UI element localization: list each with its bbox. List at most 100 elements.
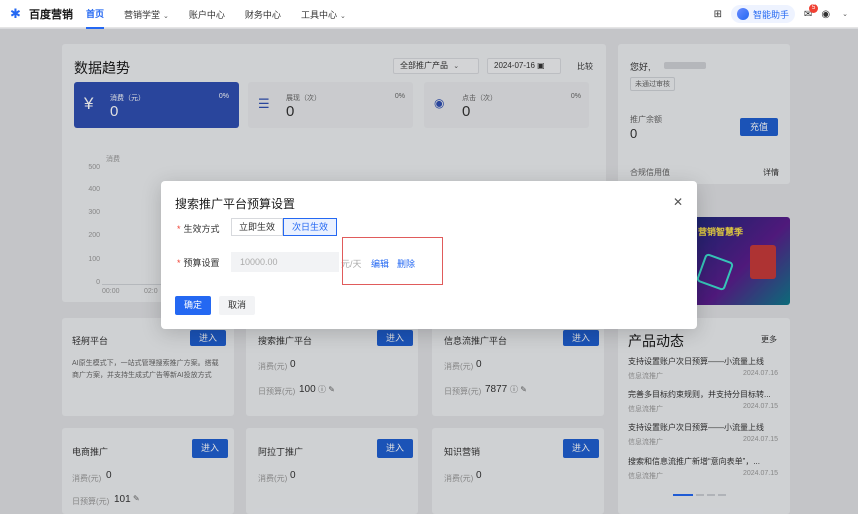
- enter-button[interactable]: 进入: [192, 439, 228, 458]
- spend-label: 消费(元): [258, 474, 288, 483]
- news-item-tag: 信息流推广: [628, 373, 663, 380]
- required-mark: *: [177, 224, 181, 234]
- budget-value: 100: [299, 384, 316, 395]
- cancel-button[interactable]: 取消: [219, 296, 255, 315]
- notification-badge: 5: [809, 3, 819, 13]
- promo-banner[interactable]: 营销智慧季: [690, 217, 790, 305]
- info-icon[interactable]: ⓘ ✎: [318, 384, 335, 395]
- budget-value: 7877: [485, 384, 508, 395]
- y-tick: 500: [88, 164, 100, 171]
- news-item-date: 2024.07.15: [742, 403, 778, 410]
- enter-button[interactable]: 进入: [377, 330, 413, 346]
- news-item[interactable]: 搜索和信息流推广新增“意向表单”，... 信息流推广 2024.07.15: [628, 456, 778, 481]
- news-title: 产品动态: [628, 333, 684, 349]
- budget-label: 日预算(元): [258, 387, 296, 396]
- nav-item-finance[interactable]: 财务中心: [245, 8, 281, 21]
- y-tick: 0: [96, 279, 100, 286]
- budget-setting-label: * 预算设置: [177, 258, 220, 268]
- product-name: 搜索推广平台: [258, 336, 313, 346]
- nav-item-account[interactable]: 账户中心: [189, 8, 225, 21]
- compare-button[interactable]: 比较: [577, 61, 593, 72]
- nav-item-home[interactable]: 首页: [86, 0, 105, 29]
- confirm-button[interactable]: 确定: [175, 296, 211, 315]
- y-tick: 200: [88, 232, 100, 239]
- info-icon[interactable]: ⓘ ✎: [510, 384, 527, 395]
- chevron-down-icon[interactable]: ⌄: [842, 10, 848, 18]
- product-name: 信息流推广平台: [444, 336, 508, 346]
- product-name: 电商推广: [72, 447, 109, 457]
- edit-budget-link[interactable]: 编辑: [371, 257, 389, 270]
- budget-input[interactable]: 10000.00: [231, 252, 339, 272]
- carousel-dot[interactable]: [707, 494, 715, 496]
- enter-button[interactable]: 进入: [563, 439, 599, 458]
- news-item-tag: 信息流推广: [628, 473, 663, 480]
- top-navbar: ✱ 百度营销 首页 营销学堂 ⌄ 账户中心 财务中心 工具中心 ⌄ ⊞ 智能助手 ✉…: [0, 0, 858, 29]
- stat-card-impressions[interactable]: ☰ 展现（次） 0% 0: [248, 82, 413, 128]
- effect-option-immediate[interactable]: 立即生效: [231, 218, 283, 236]
- close-icon[interactable]: ✕: [673, 195, 683, 209]
- y-tick: 400: [88, 186, 100, 193]
- news-item-date: 2024.07.16: [742, 370, 778, 377]
- carousel-dots[interactable]: [673, 494, 726, 496]
- budget-settings-dialog: 搜索推广平台预算设置 ✕ * 生效方式 立即生效 次日生效 * 预算设置 10000…: [161, 181, 697, 329]
- credit-detail-link[interactable]: 详情: [763, 167, 779, 178]
- news-item[interactable]: 完善多目标约束规则，并支持分目标转... 信息流推广 2024.07.15: [628, 389, 778, 414]
- product-card-qingge: 轻舸平台 进入 AI原生模式下，一站式管理搜索推广方案。搭载商广方案，并支持生成…: [62, 318, 234, 416]
- greeting: 您好,: [630, 62, 651, 72]
- stat-card-clicks[interactable]: ◉ 点击（次） 0% 0: [424, 82, 589, 128]
- budget-value: 101: [114, 494, 131, 505]
- budget-label: 日预算(元): [444, 387, 482, 396]
- news-item-title: 支持设置账户次日预算——小流量上线: [628, 423, 764, 432]
- credit-label: 合规信用值: [630, 168, 670, 177]
- carousel-dot-active[interactable]: [673, 494, 693, 496]
- annotation-highlight-box: [342, 237, 443, 285]
- nav-item-academy[interactable]: 营销学堂 ⌄: [124, 8, 169, 21]
- spend-label: 消费(元): [444, 362, 474, 371]
- baidu-paw-icon: ✱: [10, 6, 21, 21]
- message-icon[interactable]: ✉ 5: [804, 3, 819, 20]
- stat-card-spend[interactable]: ¥ 消费（元） 0% 0: [74, 82, 239, 128]
- required-mark: *: [177, 258, 181, 268]
- budget-label: 日预算(元): [72, 497, 110, 506]
- recharge-button[interactable]: 充值: [740, 118, 778, 136]
- enter-button[interactable]: 进入: [377, 439, 413, 458]
- carousel-dot[interactable]: [718, 494, 726, 496]
- news-item-tag: 信息流推广: [628, 439, 663, 446]
- enter-button[interactable]: 进入: [563, 330, 599, 346]
- nav-item-tools[interactable]: 工具中心 ⌄: [301, 8, 346, 21]
- product-card-knowledge: 知识营销 进入 消费(元) 0: [432, 428, 604, 514]
- delete-budget-link[interactable]: 删除: [397, 257, 415, 270]
- brand-logo[interactable]: ✱ 百度营销: [10, 6, 73, 22]
- product-name: 轻舸平台: [72, 336, 109, 346]
- product-card-ecommerce: 电商推广 进入 消费(元) 0 日预算(元) 101 ✎: [62, 428, 234, 514]
- enter-button[interactable]: 进入: [190, 330, 226, 346]
- date-picker[interactable]: 2024-07-16 ▣: [487, 58, 561, 74]
- account-card: 您好, 未通过审核 推广余额 0 充值 合规信用值 详情: [618, 44, 790, 184]
- product-card-aladdin: 阿拉丁推广 进入 消费(元) 0: [246, 428, 418, 514]
- product-card-search: 搜索推广平台 进入 消费(元) 0 日预算(元) 100 ⓘ ✎: [246, 318, 418, 416]
- spend-value: 0: [290, 470, 296, 481]
- main-nav: 首页 营销学堂 ⌄ 账户中心 财务中心 工具中心 ⌄: [86, 0, 346, 29]
- news-item-title: 搜索和信息流推广新增“意向表单”，...: [628, 457, 760, 466]
- ai-assistant-button[interactable]: 智能助手: [730, 5, 795, 23]
- chevron-down-icon: ⌄: [163, 12, 169, 20]
- effect-option-next-day[interactable]: 次日生效: [283, 218, 337, 236]
- banner-machine-illustration: [750, 245, 776, 279]
- org-tree-icon[interactable]: ⊞: [714, 9, 722, 20]
- news-item-tag: 信息流推广: [628, 406, 663, 413]
- edit-icon[interactable]: ✎: [133, 494, 140, 503]
- user-avatar-icon[interactable]: ◉: [821, 9, 830, 20]
- news-more-link[interactable]: 更多: [761, 334, 777, 345]
- news-item[interactable]: 支持设置账户次日预算——小流量上线 信息流推广 2024.07.16: [628, 356, 778, 381]
- news-item-date: 2024.07.15: [742, 436, 778, 443]
- product-select[interactable]: 全部推广产品 ⌄: [393, 58, 479, 74]
- calendar-icon: ▣: [537, 61, 545, 70]
- effect-mode-label: * 生效方式: [177, 224, 220, 234]
- balance-value: 0: [630, 126, 638, 141]
- news-item[interactable]: 支持设置账户次日预算——小流量上线 信息流推广 2024.07.15: [628, 422, 778, 447]
- carousel-dot[interactable]: [696, 494, 704, 496]
- chevron-down-icon: ⌄: [453, 63, 460, 70]
- news-item-title: 完善多目标约束规则，并支持分目标转...: [628, 390, 771, 399]
- chevron-down-icon: ⌄: [339, 12, 346, 20]
- y-tick: 100: [88, 256, 100, 263]
